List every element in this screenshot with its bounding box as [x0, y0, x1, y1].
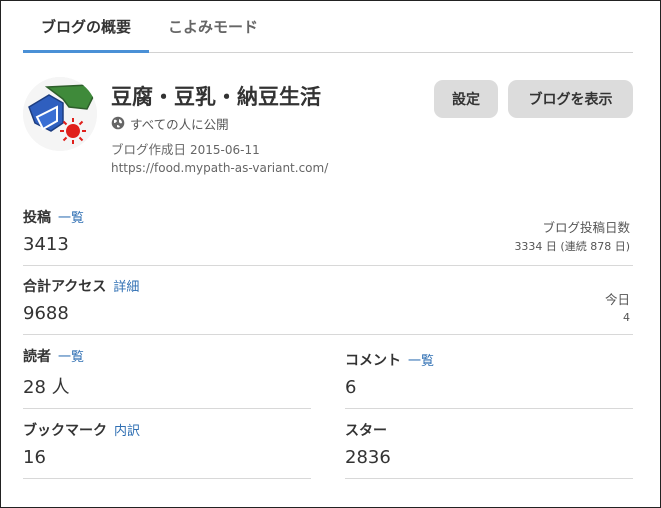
- posts-stat-label: 投稿 一覧: [23, 207, 84, 227]
- divider: [23, 265, 633, 266]
- access-detail-link[interactable]: 詳細: [113, 280, 139, 295]
- settings-button[interactable]: 設定: [434, 80, 498, 118]
- divider: [345, 478, 633, 479]
- bookmarks-label: ブックマーク: [23, 423, 107, 439]
- visibility-label: すべての人に公開: [130, 116, 229, 132]
- blog-created: ブログ作成日 2015-06-11: [111, 139, 260, 158]
- access-stat-label: 合計アクセス 詳細: [23, 276, 139, 296]
- divider: [345, 408, 633, 409]
- today-label: 今日: [604, 292, 630, 307]
- bookmarks-stat-label: ブックマーク 内訳: [23, 420, 140, 440]
- created-label: ブログ作成日: [111, 142, 187, 157]
- readers-list-link[interactable]: 一覧: [58, 350, 84, 365]
- bookmarks-count: 16: [23, 447, 46, 468]
- comments-label: コメント: [345, 353, 401, 369]
- visibility-status: すべての人に公開: [111, 114, 229, 132]
- posts-count: 3413: [23, 234, 69, 255]
- blog-title: 豆腐・豆乳・納豆生活: [111, 85, 321, 109]
- stars-stat-label: スター: [345, 420, 387, 440]
- stars-count: 2836: [345, 447, 391, 468]
- divider: [23, 478, 311, 479]
- stars-label: スター: [345, 423, 387, 439]
- comments-list-link[interactable]: 一覧: [408, 354, 434, 369]
- post-days-label: ブログ投稿日数: [542, 220, 630, 235]
- post-days-value: 3334 日 (連続 878 日): [514, 240, 630, 253]
- blog-url[interactable]: https://food.mypath-as-variant.com/: [111, 161, 328, 175]
- posts-list-link[interactable]: 一覧: [58, 211, 84, 226]
- globe-icon: [111, 116, 125, 130]
- readers-count: 28 人: [23, 377, 70, 398]
- tab-bar: ブログの概要 こよみモード: [23, 1, 633, 53]
- posts-label: 投稿: [23, 210, 51, 226]
- created-date: 2015-06-11: [190, 143, 260, 157]
- comments-count: 6: [345, 377, 357, 398]
- divider: [23, 408, 311, 409]
- tab-blog-overview[interactable]: ブログの概要: [23, 1, 149, 53]
- today-value: 4: [623, 311, 630, 324]
- readers-label: 読者: [23, 349, 51, 365]
- access-label: 合計アクセス: [23, 279, 107, 295]
- view-blog-button[interactable]: ブログを表示: [508, 80, 633, 118]
- blog-overview-panel: ブログの概要 こよみモード 豆腐・豆乳・納豆生活 すべての人に公開 ブログ作成日…: [0, 0, 661, 508]
- comments-stat-label: コメント 一覧: [345, 350, 434, 370]
- tab-calendar-mode[interactable]: こよみモード: [167, 1, 259, 53]
- access-count: 9688: [23, 303, 69, 324]
- bookmarks-breakdown-link[interactable]: 内訳: [114, 424, 140, 439]
- readers-stat-label: 読者 一覧: [23, 346, 84, 366]
- divider: [23, 334, 633, 335]
- tofu-sun-logo-icon[interactable]: [23, 77, 97, 151]
